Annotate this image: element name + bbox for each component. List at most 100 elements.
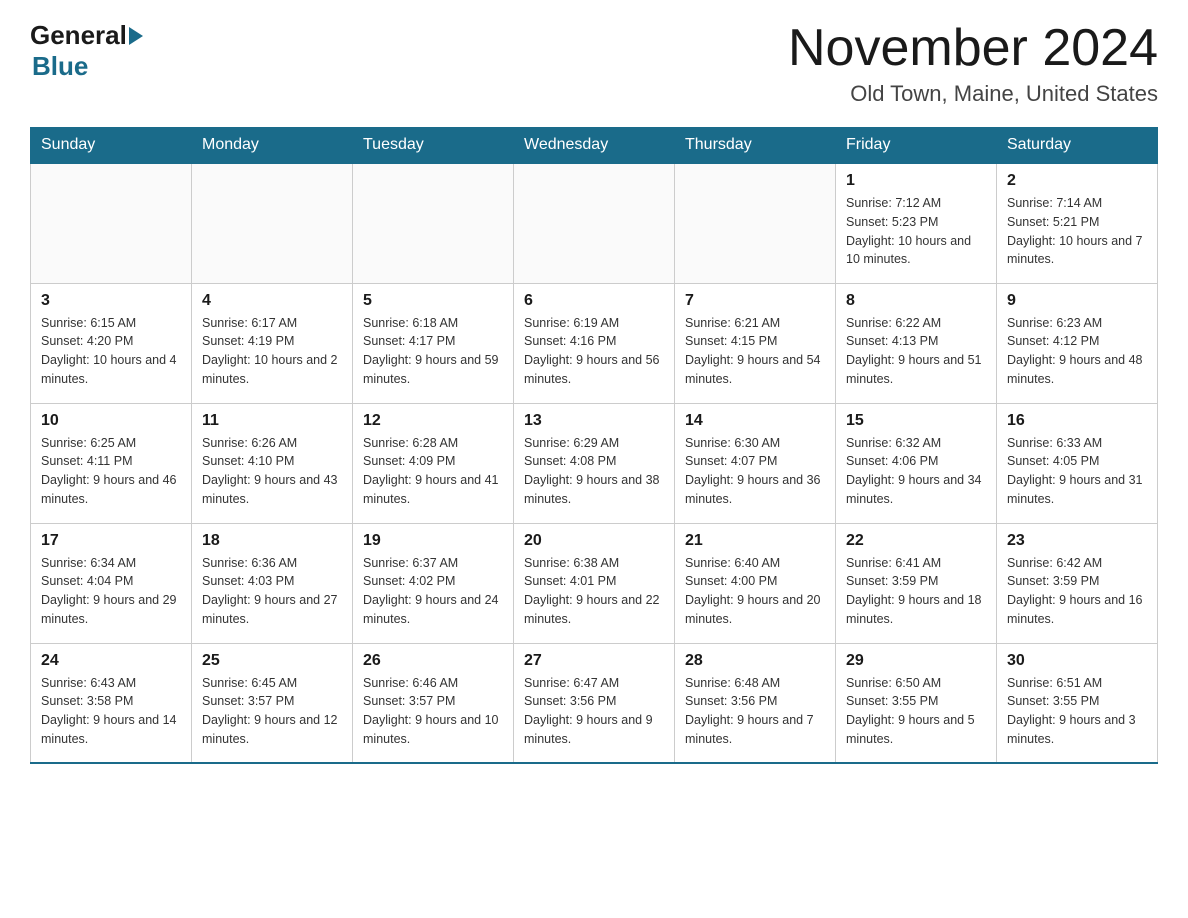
calendar-week-row: 3 Sunrise: 6:15 AMSunset: 4:20 PMDaylight… [31, 283, 1158, 403]
day-number: 1 [846, 172, 986, 190]
day-number: 16 [1007, 412, 1147, 430]
col-thursday: Thursday [675, 128, 836, 164]
day-info: Sunrise: 6:17 AMSunset: 4:19 PMDaylight:… [202, 314, 342, 389]
day-info: Sunrise: 6:48 AMSunset: 3:56 PMDaylight:… [685, 674, 825, 749]
day-info: Sunrise: 7:12 AMSunset: 5:23 PMDaylight:… [846, 194, 986, 269]
col-wednesday: Wednesday [514, 128, 675, 164]
day-info: Sunrise: 6:26 AMSunset: 4:10 PMDaylight:… [202, 434, 342, 509]
day-number: 15 [846, 412, 986, 430]
table-row: 5 Sunrise: 6:18 AMSunset: 4:17 PMDaylight… [353, 283, 514, 403]
day-info: Sunrise: 6:36 AMSunset: 4:03 PMDaylight:… [202, 554, 342, 629]
table-row: 13 Sunrise: 6:29 AMSunset: 4:08 PMDayligh… [514, 403, 675, 523]
day-info: Sunrise: 6:33 AMSunset: 4:05 PMDaylight:… [1007, 434, 1147, 509]
table-row: 1 Sunrise: 7:12 AMSunset: 5:23 PMDaylight… [836, 163, 997, 283]
col-monday: Monday [192, 128, 353, 164]
day-info: Sunrise: 6:40 AMSunset: 4:00 PMDaylight:… [685, 554, 825, 629]
day-number: 26 [363, 652, 503, 670]
day-info: Sunrise: 6:37 AMSunset: 4:02 PMDaylight:… [363, 554, 503, 629]
table-row: 26 Sunrise: 6:46 AMSunset: 3:57 PMDayligh… [353, 643, 514, 763]
day-number: 20 [524, 532, 664, 550]
day-number: 30 [1007, 652, 1147, 670]
logo-blue-text: Blue [32, 51, 88, 81]
day-number: 3 [41, 292, 181, 310]
day-info: Sunrise: 6:21 AMSunset: 4:15 PMDaylight:… [685, 314, 825, 389]
calendar-week-row: 17Sunrise: 6:34 AMSunset: 4:04 PMDayligh… [31, 523, 1158, 643]
table-row: 27 Sunrise: 6:47 AMSunset: 3:56 PMDayligh… [514, 643, 675, 763]
day-info: Sunrise: 6:41 AMSunset: 3:59 PMDaylight:… [846, 554, 986, 629]
table-row: 21 Sunrise: 6:40 AMSunset: 4:00 PMDayligh… [675, 523, 836, 643]
day-number: 29 [846, 652, 986, 670]
day-number: 9 [1007, 292, 1147, 310]
logo-arrow-icon [129, 27, 143, 45]
table-row: 6Sunrise: 6:19 AMSunset: 4:16 PMDaylight… [514, 283, 675, 403]
day-info: Sunrise: 6:19 AMSunset: 4:16 PMDaylight:… [524, 314, 664, 389]
day-info: Sunrise: 6:28 AMSunset: 4:09 PMDaylight:… [363, 434, 503, 509]
day-info: Sunrise: 6:34 AMSunset: 4:04 PMDaylight:… [41, 554, 181, 629]
day-number: 13 [524, 412, 664, 430]
table-row: 28 Sunrise: 6:48 AMSunset: 3:56 PMDayligh… [675, 643, 836, 763]
table-row: 29 Sunrise: 6:50 AMSunset: 3:55 PMDayligh… [836, 643, 997, 763]
table-row: 23Sunrise: 6:42 AMSunset: 3:59 PMDayligh… [997, 523, 1158, 643]
day-number: 25 [202, 652, 342, 670]
day-number: 27 [524, 652, 664, 670]
calendar-week-row: 24 Sunrise: 6:43 AMSunset: 3:58 PMDayligh… [31, 643, 1158, 763]
calendar-week-row: 10 Sunrise: 6:25 AMSunset: 4:11 PMDayligh… [31, 403, 1158, 523]
day-number: 24 [41, 652, 181, 670]
day-number: 14 [685, 412, 825, 430]
calendar-week-row: 1 Sunrise: 7:12 AMSunset: 5:23 PMDaylight… [31, 163, 1158, 283]
day-info: Sunrise: 6:38 AMSunset: 4:01 PMDaylight:… [524, 554, 664, 629]
day-info: Sunrise: 6:51 AMSunset: 3:55 PMDaylight:… [1007, 674, 1147, 749]
day-number: 18 [202, 532, 342, 550]
table-row [675, 163, 836, 283]
table-row: 17Sunrise: 6:34 AMSunset: 4:04 PMDayligh… [31, 523, 192, 643]
col-friday: Friday [836, 128, 997, 164]
day-info: Sunrise: 6:32 AMSunset: 4:06 PMDaylight:… [846, 434, 986, 509]
table-row: 25 Sunrise: 6:45 AMSunset: 3:57 PMDayligh… [192, 643, 353, 763]
table-row: 22 Sunrise: 6:41 AMSunset: 3:59 PMDayligh… [836, 523, 997, 643]
day-info: Sunrise: 6:15 AMSunset: 4:20 PMDaylight:… [41, 314, 181, 389]
table-row: 18 Sunrise: 6:36 AMSunset: 4:03 PMDayligh… [192, 523, 353, 643]
day-number: 5 [363, 292, 503, 310]
calendar-table: Sunday Monday Tuesday Wednesday Thursday… [30, 127, 1158, 764]
logo-general-text: General [30, 20, 127, 51]
table-row: 8Sunrise: 6:22 AMSunset: 4:13 PMDaylight… [836, 283, 997, 403]
day-info: Sunrise: 6:46 AMSunset: 3:57 PMDaylight:… [363, 674, 503, 749]
table-row: 20 Sunrise: 6:38 AMSunset: 4:01 PMDayligh… [514, 523, 675, 643]
day-info: Sunrise: 6:30 AMSunset: 4:07 PMDaylight:… [685, 434, 825, 509]
day-number: 22 [846, 532, 986, 550]
day-number: 19 [363, 532, 503, 550]
title-section: November 2024 Old Town, Maine, United St… [788, 20, 1158, 107]
table-row: 16 Sunrise: 6:33 AMSunset: 4:05 PMDayligh… [997, 403, 1158, 523]
day-number: 4 [202, 292, 342, 310]
day-info: Sunrise: 6:25 AMSunset: 4:11 PMDaylight:… [41, 434, 181, 509]
day-info: Sunrise: 6:18 AMSunset: 4:17 PMDaylight:… [363, 314, 503, 389]
table-row: 11 Sunrise: 6:26 AMSunset: 4:10 PMDayligh… [192, 403, 353, 523]
table-row [353, 163, 514, 283]
col-tuesday: Tuesday [353, 128, 514, 164]
day-number: 11 [202, 412, 342, 430]
table-row [31, 163, 192, 283]
month-title: November 2024 [788, 20, 1158, 77]
table-row: 3 Sunrise: 6:15 AMSunset: 4:20 PMDaylight… [31, 283, 192, 403]
table-row: 19 Sunrise: 6:37 AMSunset: 4:02 PMDayligh… [353, 523, 514, 643]
day-info: Sunrise: 6:29 AMSunset: 4:08 PMDaylight:… [524, 434, 664, 509]
table-row: 4 Sunrise: 6:17 AMSunset: 4:19 PMDaylight… [192, 283, 353, 403]
table-row: 7Sunrise: 6:21 AMSunset: 4:15 PMDaylight… [675, 283, 836, 403]
calendar-header-row: Sunday Monday Tuesday Wednesday Thursday… [31, 128, 1158, 164]
day-info: Sunrise: 6:43 AMSunset: 3:58 PMDaylight:… [41, 674, 181, 749]
col-saturday: Saturday [997, 128, 1158, 164]
day-number: 12 [363, 412, 503, 430]
day-number: 10 [41, 412, 181, 430]
table-row: 10 Sunrise: 6:25 AMSunset: 4:11 PMDayligh… [31, 403, 192, 523]
table-row [514, 163, 675, 283]
table-row: 30 Sunrise: 6:51 AMSunset: 3:55 PMDayligh… [997, 643, 1158, 763]
day-info: Sunrise: 6:22 AMSunset: 4:13 PMDaylight:… [846, 314, 986, 389]
table-row: 14 Sunrise: 6:30 AMSunset: 4:07 PMDayligh… [675, 403, 836, 523]
day-number: 21 [685, 532, 825, 550]
page-header: General Blue November 2024 Old Town, Mai… [30, 20, 1158, 107]
day-number: 28 [685, 652, 825, 670]
day-info: Sunrise: 6:45 AMSunset: 3:57 PMDaylight:… [202, 674, 342, 749]
day-info: Sunrise: 6:50 AMSunset: 3:55 PMDaylight:… [846, 674, 986, 749]
day-info: Sunrise: 6:23 AMSunset: 4:12 PMDaylight:… [1007, 314, 1147, 389]
day-info: Sunrise: 6:47 AMSunset: 3:56 PMDaylight:… [524, 674, 664, 749]
